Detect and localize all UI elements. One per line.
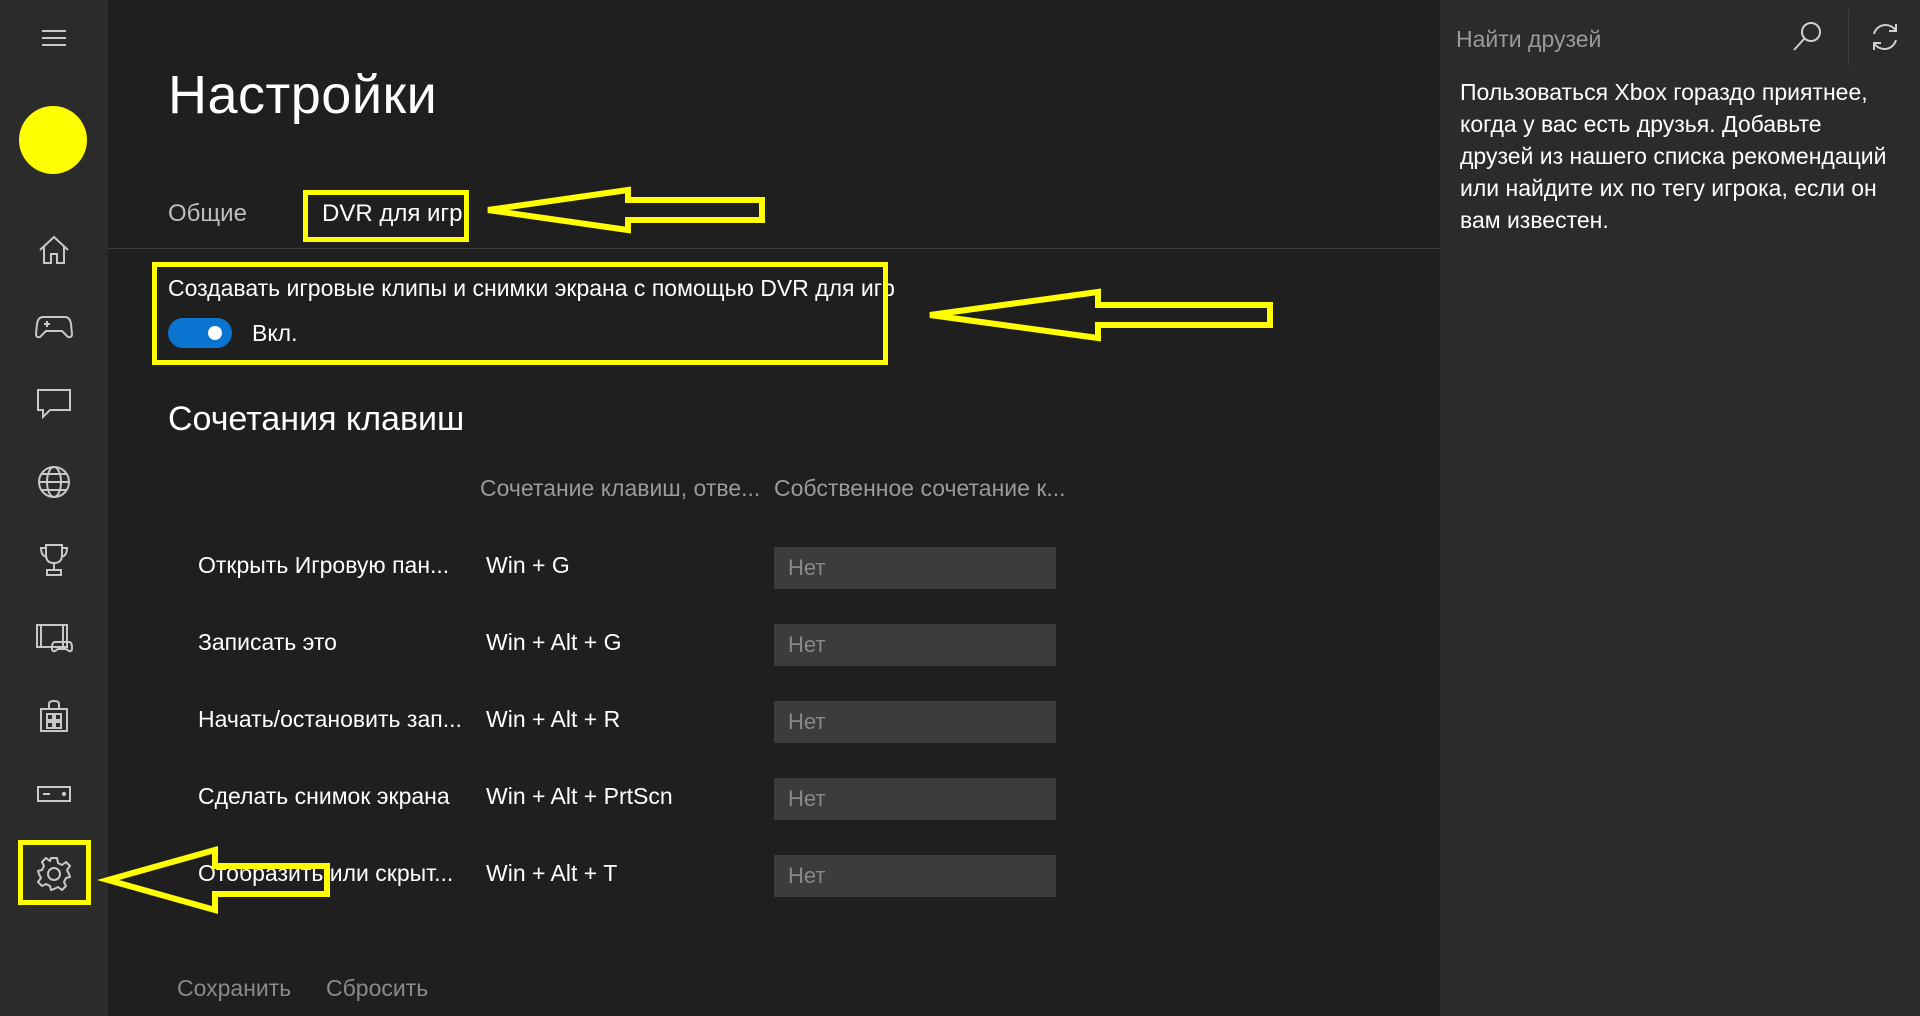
home-icon	[39, 235, 69, 264]
nav-rail	[0, 0, 108, 1016]
connect-icon	[37, 786, 71, 802]
reset-button[interactable]: Сбросить	[326, 975, 428, 1002]
gamepad-icon	[35, 316, 73, 339]
shortcut-combo-start-stop-recording: Win + Alt + R	[486, 706, 621, 732]
nav-store-button[interactable]	[0, 678, 108, 754]
shortcut-label-open-game-bar: Открыть Игровую пан...	[198, 552, 450, 578]
shortcut-combo-record-that: Win + Alt + G	[486, 629, 622, 655]
nav-home-button[interactable]	[0, 212, 108, 288]
search-divider	[1848, 10, 1849, 66]
custom-shortcut-input-start-stop-recording[interactable]	[774, 701, 1056, 743]
friends-pane: Пользоваться Xbox гораздо приятнее, когд…	[1440, 0, 1920, 1016]
custom-shortcut-input-record-that[interactable]	[774, 624, 1056, 666]
settings-main: Настройки Общие DVR для игр Создавать иг…	[108, 0, 1440, 1016]
shortcut-label-start-stop-recording: Начать/остановить зап...	[198, 706, 462, 732]
dvr-toggle-switch[interactable]	[168, 318, 232, 348]
nav-messages-button[interactable]	[0, 366, 108, 442]
nav-settings-button[interactable]	[0, 836, 108, 912]
shortcuts-section-title: Сочетания клавиш	[168, 400, 465, 438]
shortcut-label-record-that: Записать это	[198, 629, 337, 655]
nav-connect-button[interactable]	[0, 756, 108, 832]
game-dvr-icon	[36, 624, 73, 653]
nav-achievements-button[interactable]	[0, 522, 108, 598]
nav-game-dvr-button[interactable]	[0, 600, 108, 676]
friends-search-box	[1440, 0, 1848, 76]
dvr-setting-label: Создавать игровые клипы и снимки экрана …	[168, 275, 895, 301]
shortcut-label-take-screenshot: Сделать снимок экрана	[198, 783, 450, 809]
settings-gear-icon	[37, 857, 71, 891]
friends-empty-message: Пользоваться Xbox гораздо приятнее, когд…	[1460, 79, 1887, 233]
shortcut-combo-take-screenshot: Win + Alt + PrtScn	[486, 783, 673, 809]
hamburger-menu-button[interactable]	[0, 0, 108, 76]
save-button[interactable]: Сохранить	[177, 975, 291, 1002]
page-title: Настройки	[168, 65, 438, 125]
refresh-icon[interactable]	[1868, 20, 1902, 54]
tab-general[interactable]: Общие	[168, 200, 247, 228]
avatar[interactable]	[19, 106, 87, 174]
find-friends-input[interactable]	[1454, 18, 1788, 60]
custom-shortcut-input-show-hide-timer[interactable]	[774, 855, 1056, 897]
globe-icon	[38, 466, 70, 498]
trophy-icon	[39, 544, 69, 576]
tab-divider	[108, 248, 1440, 249]
shortcut-combo-show-hide-timer: Win + Alt + T	[486, 860, 618, 886]
hamburger-menu-icon	[42, 30, 66, 46]
nav-community-button[interactable]	[0, 444, 108, 520]
store-icon	[40, 699, 68, 732]
dvr-toggle-state: Вкл.	[252, 320, 298, 346]
column-header-default-shortcut: Сочетание клавиш, отве...	[480, 475, 761, 501]
tab-game-dvr[interactable]: DVR для игр	[322, 200, 463, 228]
custom-shortcut-input-take-screenshot[interactable]	[774, 778, 1056, 820]
search-icon[interactable]	[1790, 20, 1824, 54]
messages-icon	[37, 389, 71, 420]
shortcut-label-show-hide-timer: Отобразить или скрыт...	[198, 860, 454, 886]
custom-shortcut-input-open-game-bar[interactable]	[774, 547, 1056, 589]
column-header-custom-shortcut: Собственное сочетание к...	[774, 475, 1066, 501]
toggle-knob	[208, 326, 222, 340]
shortcut-combo-open-game-bar: Win + G	[486, 552, 570, 578]
nav-games-button[interactable]	[0, 289, 108, 365]
